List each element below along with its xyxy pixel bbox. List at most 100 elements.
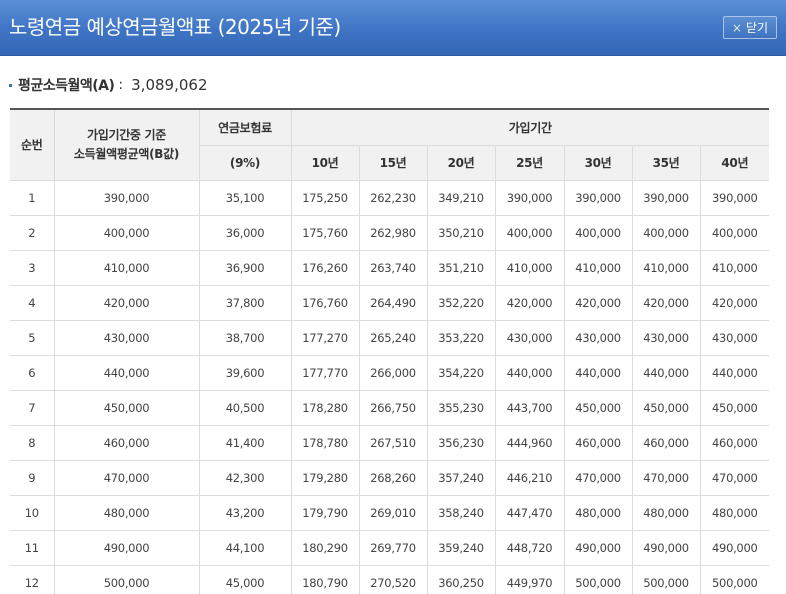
table-cell: 500,000 (631, 564, 701, 594)
table-cell: 460,000 (631, 424, 701, 461)
table-cell: 440,000 (563, 354, 633, 391)
table-cell: 176,760 (290, 284, 360, 321)
table-cell: 470,000 (631, 459, 701, 496)
table-cell: 500,000 (563, 564, 633, 594)
table-cell: 45,000 (198, 564, 292, 594)
header-period: 가입기간 (290, 108, 770, 146)
table-cell: 390,000 (494, 179, 565, 216)
header-year: 40년 (699, 144, 770, 181)
table-cell: 420,000 (631, 284, 701, 321)
pension-table-container: 순번 가입기간중 기준 소득월액평균액(B값) 연금보험료 가입기간 (9%) … (10, 108, 770, 594)
table-cell: 44,100 (198, 529, 292, 566)
table-row: 10 480,000 43,200 179,790 269,010 358,240 447,… (10, 494, 770, 531)
table-cell: 357,240 (426, 459, 496, 496)
table-cell: 490,000 (631, 529, 701, 566)
table-cell: 265,240 (358, 319, 428, 356)
table-cell: 420,000 (53, 284, 200, 321)
close-button-label: 닫기 (745, 21, 769, 35)
header-income-line2: 소득월액평균액(B값) (73, 146, 180, 161)
table-body: 1 390,000 35,100 175,250 262,230 349,210 390,0… (10, 179, 770, 594)
table-cell: 440,000 (494, 354, 565, 391)
table-cell: 430,000 (563, 319, 633, 356)
table-cell: 420,000 (699, 284, 770, 321)
header-year: 35년 (631, 144, 701, 181)
table-cell: 449,970 (494, 564, 565, 594)
table-cell: 5 (10, 319, 55, 356)
table-cell: 470,000 (563, 459, 633, 496)
header-income: 가입기간중 기준 소득월액평균액(B값) (53, 108, 200, 181)
table-cell: 440,000 (631, 354, 701, 391)
table-cell: 410,000 (631, 249, 701, 286)
close-icon: × (731, 20, 742, 35)
table-cell: 177,770 (290, 354, 360, 391)
table-cell: 350,210 (426, 214, 496, 251)
table-cell: 390,000 (631, 179, 701, 216)
table-cell: 270,520 (358, 564, 428, 594)
table-cell: 267,510 (358, 424, 428, 461)
header-income-line1: 가입기간중 기준 (86, 127, 167, 142)
table-cell: 443,700 (494, 389, 565, 426)
table-cell: 450,000 (563, 389, 633, 426)
table-cell: 390,000 (699, 179, 770, 216)
table-cell: 179,280 (290, 459, 360, 496)
table-cell: 359,240 (426, 529, 496, 566)
table-cell: 480,000 (53, 494, 200, 531)
table-cell: 2 (10, 214, 55, 251)
table-cell: 180,290 (290, 529, 360, 566)
table-cell: 269,770 (358, 529, 428, 566)
table-cell: 440,000 (53, 354, 200, 391)
table-cell: 11 (10, 529, 55, 566)
table-cell: 490,000 (53, 529, 200, 566)
table-cell: 180,790 (290, 564, 360, 594)
table-cell: 450,000 (699, 389, 770, 426)
table-cell: 175,250 (290, 179, 360, 216)
table-cell: 400,000 (699, 214, 770, 251)
header-premium-rate: (9%) (198, 144, 292, 181)
table-cell: 460,000 (563, 424, 633, 461)
header-year: 10년 (290, 144, 360, 181)
table-cell: 268,260 (358, 459, 428, 496)
table-cell: 500,000 (53, 564, 200, 594)
table-cell: 175,760 (290, 214, 360, 251)
table-cell: 263,740 (358, 249, 428, 286)
table-cell: 266,750 (358, 389, 428, 426)
table-cell: 480,000 (699, 494, 770, 531)
table-cell: 356,230 (426, 424, 496, 461)
table-cell: 43,200 (198, 494, 292, 531)
table-cell: 38,700 (198, 319, 292, 356)
header-year: 20년 (426, 144, 496, 181)
table-cell: 178,280 (290, 389, 360, 426)
table-cell: 264,490 (358, 284, 428, 321)
table-cell: 500,000 (699, 564, 770, 594)
table-cell: 390,000 (53, 179, 200, 216)
table-cell: 450,000 (631, 389, 701, 426)
table-cell: 444,960 (494, 424, 565, 461)
table-row: 6 440,000 39,600 177,770 266,000 354,220 440,0… (10, 354, 770, 391)
table-cell: 37,800 (198, 284, 292, 321)
table-cell: 354,220 (426, 354, 496, 391)
table-cell: 349,210 (426, 179, 496, 216)
table-cell: 42,300 (198, 459, 292, 496)
table-row: 9 470,000 42,300 179,280 268,260 357,240 446,2… (10, 459, 770, 496)
table-cell: 4 (10, 284, 55, 321)
window-title: 노령연금 예상연금월액표 (2025년 기준) (9, 15, 341, 39)
table-cell: 480,000 (563, 494, 633, 531)
close-button[interactable]: × 닫기 (723, 16, 777, 39)
table-cell: 360,250 (426, 564, 496, 594)
table-row: 3 410,000 36,900 176,260 263,740 351,210 410,0… (10, 249, 770, 286)
table-cell: 41,400 (198, 424, 292, 461)
table-cell: 262,230 (358, 179, 428, 216)
table-cell: 400,000 (53, 214, 200, 251)
table-cell: 470,000 (699, 459, 770, 496)
table-cell: 410,000 (563, 249, 633, 286)
header-year: 15년 (358, 144, 428, 181)
table-cell: 410,000 (699, 249, 770, 286)
table-cell: 470,000 (53, 459, 200, 496)
table-cell: 390,000 (563, 179, 633, 216)
table-cell: 410,000 (53, 249, 200, 286)
table-cell: 178,780 (290, 424, 360, 461)
table-cell: 36,000 (198, 214, 292, 251)
average-income-label: 평균소득월액(A) (18, 78, 115, 94)
table-cell: 480,000 (631, 494, 701, 531)
table-cell: 430,000 (631, 319, 701, 356)
